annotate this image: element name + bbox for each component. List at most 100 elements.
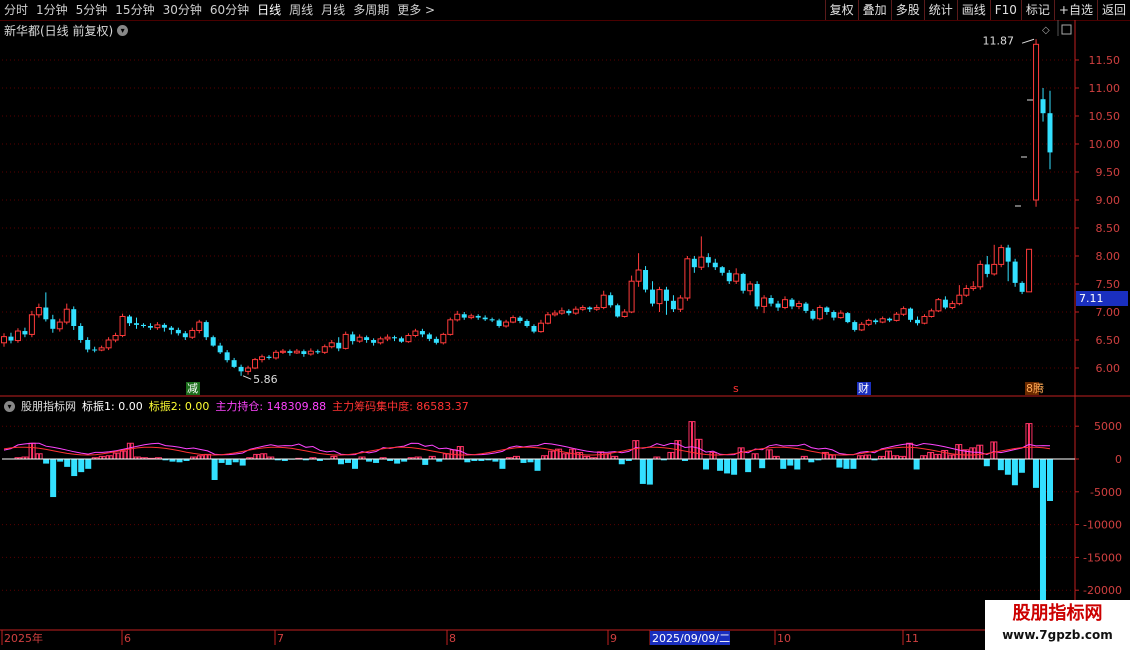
indicator-bar-negative xyxy=(211,459,218,480)
candle-body xyxy=(461,314,467,318)
candle-body xyxy=(321,346,328,353)
date-label: 9 xyxy=(610,632,617,645)
price-tick-label: 9.50 xyxy=(1096,166,1121,179)
candle-body xyxy=(816,307,823,320)
candle-body xyxy=(419,331,425,335)
candle-body xyxy=(942,299,948,308)
candle-body xyxy=(900,308,907,315)
indicator-bar-fill xyxy=(634,440,637,459)
candle-body xyxy=(1019,282,1025,292)
candle-body xyxy=(175,329,181,334)
indicator-item: 主力筹码集中度: 86583.37 xyxy=(332,400,469,413)
candle-body xyxy=(566,310,572,314)
candle-body xyxy=(517,317,523,321)
candle-body xyxy=(496,320,502,326)
candle-body xyxy=(224,352,230,361)
indicator-name[interactable]: 股朋指标网 xyxy=(21,398,76,414)
candle-body xyxy=(71,309,77,326)
price-tick-label: 6.50 xyxy=(1096,334,1121,347)
candle-body xyxy=(775,303,781,308)
indicator-bar-negative xyxy=(218,459,225,463)
indicator-bar-negative xyxy=(1039,459,1046,604)
candle-body xyxy=(1033,43,1040,201)
indicator-bar-negative xyxy=(352,459,359,469)
candle-body xyxy=(733,273,740,282)
event-marker: 8腾 xyxy=(1026,381,1044,395)
indicator-bar-negative xyxy=(239,459,246,466)
indicator-bar-negative xyxy=(850,459,857,469)
candle-body xyxy=(977,263,984,288)
candle-body xyxy=(677,297,684,310)
candle-body xyxy=(426,334,432,339)
indicator-bar-fill xyxy=(255,454,258,459)
candle-body xyxy=(803,303,809,311)
kline-chart[interactable]: 11.50 11.00 10.50 10.00 9.50 9.00 8.50 8.00 7.50… xyxy=(0,0,1130,650)
indicator-bar-negative xyxy=(983,459,990,467)
candle-body xyxy=(503,321,510,327)
indicator-bar-fill xyxy=(712,452,715,459)
indicator-bar-negative xyxy=(422,459,429,465)
price-tick-label: 7.00 xyxy=(1096,306,1121,319)
indicator-bar-negative xyxy=(78,459,85,473)
event-marker: 财 xyxy=(858,381,869,395)
candle-body xyxy=(475,315,481,318)
candle-body xyxy=(837,312,844,319)
watermark-logo: 股朋指标网 www.7gpzb.com xyxy=(985,600,1130,650)
indicator-bar-fill xyxy=(957,444,960,459)
indicator-tick-label: -20000 xyxy=(1083,584,1122,597)
candle-body xyxy=(782,299,789,309)
candle-body xyxy=(328,342,335,348)
candle-body xyxy=(795,303,802,307)
candle-body xyxy=(970,286,977,289)
candle-body xyxy=(845,313,851,323)
candle-body xyxy=(154,324,161,329)
date-label: 7 xyxy=(277,632,284,645)
indicator-tick-label: -15000 xyxy=(1083,551,1122,564)
candle-body xyxy=(873,320,879,323)
candle-body xyxy=(719,267,725,273)
indicator-bar-fill xyxy=(1027,423,1030,459)
diamond-icon: ◇ xyxy=(1042,25,1050,36)
candle-body xyxy=(740,273,746,291)
price-tick-label: 11.00 xyxy=(1089,82,1121,95)
event-marker: 减 xyxy=(187,382,198,395)
candle-body xyxy=(92,349,98,351)
indicator-bar-negative xyxy=(703,459,710,470)
candle-body xyxy=(85,340,91,350)
candle-body xyxy=(984,264,990,274)
candle-body xyxy=(196,321,203,331)
indicator-bar-fill xyxy=(564,453,567,459)
candle-body xyxy=(915,319,921,324)
price-tick-label: 6.00 xyxy=(1096,362,1121,375)
low-price-label: 5.86 xyxy=(253,373,277,386)
candle-body xyxy=(315,351,321,353)
high-price-label: 11.87 xyxy=(983,34,1015,47)
indicator-bar-negative xyxy=(913,459,920,470)
indicator-bar-negative xyxy=(717,459,724,471)
indicator-bar-fill xyxy=(606,453,609,459)
current-price-label: 7.11 xyxy=(1079,292,1104,305)
candle-body xyxy=(182,333,188,338)
indicator-bar-negative xyxy=(646,459,653,485)
chevron-down-icon[interactable]: ▾ xyxy=(4,400,15,412)
price-tick-label: 9.00 xyxy=(1096,194,1121,207)
indicator-bar-negative xyxy=(639,459,646,484)
candle-body xyxy=(908,308,914,320)
indicator-line-holding xyxy=(3,442,1051,456)
indicator-tick-label: -5000 xyxy=(1090,486,1122,499)
candle-body xyxy=(301,351,307,354)
indicator-bar-negative xyxy=(618,459,625,465)
indicator-bar-negative xyxy=(731,459,738,475)
candle-body xyxy=(600,294,607,309)
candle-body xyxy=(447,319,454,335)
candle-body xyxy=(747,283,754,292)
candle-body xyxy=(608,295,614,306)
date-label: 11 xyxy=(905,632,919,645)
candle-body xyxy=(398,338,404,342)
candle-body xyxy=(454,313,461,321)
candle-body xyxy=(643,270,649,290)
candle-body xyxy=(865,319,872,325)
candle-body xyxy=(1012,261,1018,283)
price-tick-label: 11.50 xyxy=(1089,54,1121,67)
indicator-bar-fill xyxy=(669,452,672,459)
